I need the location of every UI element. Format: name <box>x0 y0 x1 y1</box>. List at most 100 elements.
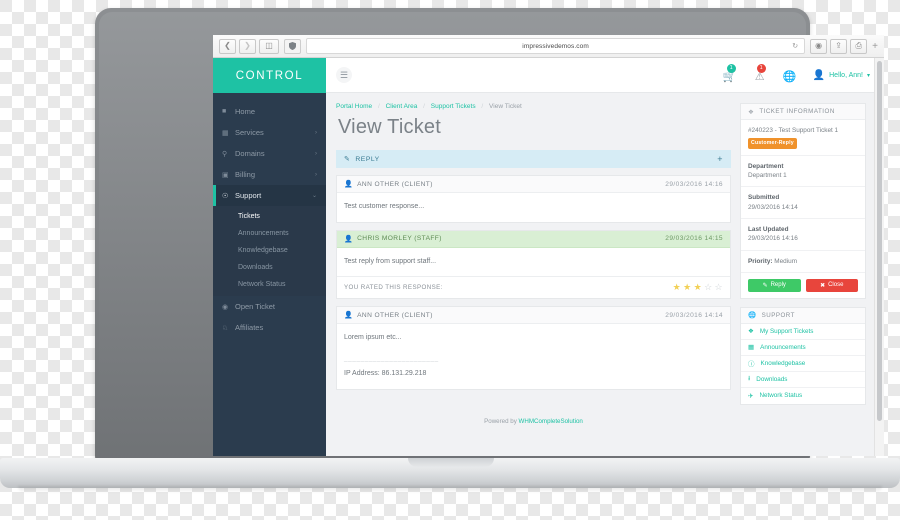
star-icon[interactable]: ★ <box>683 283 691 292</box>
download-icon: ⭳ <box>748 374 751 382</box>
sidebar-subitem-downloads[interactable]: Downloads <box>213 259 326 276</box>
panel-header: 🌐 SUPPORT <box>741 307 865 324</box>
message-timestamp: 29/03/2016 14:16 <box>665 180 723 188</box>
star-icon[interactable]: ★ <box>694 283 702 292</box>
language-button[interactable]: 🌐 <box>783 67 797 83</box>
alerts-button[interactable]: 1 ⚠ <box>753 64 767 83</box>
globe-icon: 🌐 <box>782 71 797 83</box>
expand-reply-icon[interactable]: + <box>717 154 723 164</box>
breadcrumb-support-tickets[interactable]: Support Tickets <box>431 103 476 110</box>
chevron-down-icon: ⌄ <box>311 193 317 199</box>
rating-row: YOU RATED THIS RESPONSE: ★ ★ ★ ☆ ☆ <box>337 276 730 298</box>
breadcrumb-portal-home[interactable]: Portal Home <box>336 103 372 110</box>
url-bar[interactable]: impressivedemos.com ↻ <box>306 38 806 54</box>
support-link-announcements[interactable]: ▦ Announcements <box>741 340 865 356</box>
sidebar-item-support[interactable]: ☉ Support ⌄ <box>213 185 326 206</box>
star-icon[interactable]: ☆ <box>704 283 712 292</box>
sidebar-item-home[interactable]: ■ Home <box>213 101 326 122</box>
sidebar-subitem-announcements[interactable]: Announcements <box>213 225 326 242</box>
user-menu-label: Hello, Ann! <box>829 71 863 79</box>
message-author-wrap: 👤 ANN OTHER (CLIENT) <box>344 180 433 189</box>
laptop-lid: ❮ ❯ ◫ impressivedemos.com ↻ ◉ ⇪ ⎙ + CONT… <box>95 8 884 466</box>
support-link-knowledgebase[interactable]: ⓘ Knowledgebase <box>741 356 865 372</box>
browser-action-buttons: ◉ ⇪ ⎙ + <box>810 38 878 54</box>
chevron-right-icon: › <box>315 171 317 178</box>
pencil-icon: ✎ <box>762 282 768 289</box>
last-updated-value: 29/03/2016 14:16 <box>748 235 798 243</box>
support-link-my-support-tickets[interactable]: ❖ My Support Tickets <box>741 324 865 340</box>
support-link-downloads[interactable]: ⭳ Downloads <box>741 372 865 388</box>
priority-value: Medium <box>774 257 798 265</box>
main-column: Portal Home / Client Area / Support Tick… <box>336 103 731 439</box>
star-icon[interactable]: ★ <box>673 283 681 292</box>
user-icon: 👤 <box>812 69 826 81</box>
sidebar-item-services[interactable]: ▦ Services › <box>213 122 326 143</box>
sidebar-item-domains[interactable]: ⚲ Domains › <box>213 143 326 164</box>
support-link-label: My Support Tickets <box>759 327 814 335</box>
share-icon[interactable]: ⇪ <box>830 38 848 54</box>
message-timestamp: 29/03/2016 14:15 <box>665 235 723 243</box>
breadcrumb-separator: / <box>377 103 380 110</box>
sidebar-subitem-tickets[interactable]: Tickets <box>213 208 326 225</box>
sidebar-subitem-network-status[interactable]: Network Status <box>213 276 326 293</box>
affiliates-icon: ♘ <box>222 324 229 332</box>
submitted-label: Submitted <box>748 194 780 202</box>
top-bar: ☰ 1 🛒 1 ⚠ 🌐 👤 Hello, Ann! ▾ <box>326 58 884 93</box>
sidebar-item-open-ticket[interactable]: ◉ Open Ticket <box>213 296 326 317</box>
shield-icon[interactable] <box>284 38 301 54</box>
sidebar-toggle-icon[interactable]: ◫ <box>259 38 279 54</box>
user-icon: 👤 <box>344 235 354 243</box>
star-rating[interactable]: ★ ★ ★ ☆ ☆ <box>673 283 723 292</box>
top-bar-actions: 1 🛒 1 ⚠ 🌐 👤 Hello, Ann! ▾ <box>723 64 870 83</box>
support-link-network-status[interactable]: ✈ Network Status <box>741 388 865 404</box>
vertical-scrollbar[interactable] <box>874 58 884 456</box>
signal-icon: ✈ <box>748 392 754 400</box>
browser-chrome: ❮ ❯ ◫ impressivedemos.com ↻ ◉ ⇪ ⎙ + <box>213 35 884 58</box>
reply-button[interactable]: ✎ Reply <box>748 278 801 292</box>
ticket-information-panel: ❖ TICKET INFORMATION #240223 - Test Supp… <box>740 103 866 299</box>
user-icon: 👤 <box>344 312 354 320</box>
panel-title: TICKET INFORMATION <box>759 108 835 115</box>
sidebar-item-label: Services <box>235 128 264 137</box>
star-icon[interactable]: ☆ <box>715 283 723 292</box>
footer-prefix: Powered by <box>484 418 519 426</box>
support-icon: ☉ <box>222 192 229 200</box>
reply-bar[interactable]: ✎ REPLY + <box>336 150 731 168</box>
sidebar-item-billing[interactable]: ▣ Billing › <box>213 164 326 185</box>
message-text: Lorem ipsum etc... <box>344 334 402 342</box>
warning-triangle-icon: ⚠ <box>754 71 765 83</box>
breadcrumb-client-area[interactable]: Client Area <box>386 103 418 110</box>
breadcrumb-separator: / <box>481 103 484 110</box>
chevron-right-icon: › <box>315 129 317 136</box>
sidebar-subitem-knowledgebase[interactable]: Knowledgebase <box>213 242 326 259</box>
sidebar-item-label: Domains <box>235 149 265 158</box>
laptop-shadow <box>18 486 882 493</box>
close-button[interactable]: ✖ Close <box>805 278 858 292</box>
department-label: Department <box>748 162 784 170</box>
download-icon[interactable]: ◉ <box>810 38 828 54</box>
user-menu[interactable]: 👤 Hello, Ann! ▾ <box>813 70 870 81</box>
submitted-value: 29/03/2016 14:14 <box>748 203 798 211</box>
sidebar-item-affiliates[interactable]: ♘ Affiliates <box>213 317 326 338</box>
new-tab-button[interactable]: + <box>872 41 878 52</box>
back-button[interactable]: ❮ <box>219 38 236 54</box>
cart-button[interactable]: 1 🛒 <box>723 64 737 83</box>
brand-logo[interactable]: CONTROL <box>213 58 326 93</box>
ticket-submitted-row: Submitted 29/03/2016 14:14 <box>741 187 865 219</box>
pencil-icon: ✎ <box>344 156 351 163</box>
sidebar-item-label: Billing <box>235 170 256 179</box>
message-author-wrap: 👤 ANN OTHER (CLIENT) <box>344 311 433 320</box>
app-viewport: CONTROL ■ Home ▦ Services › ⚲ Domains › … <box>213 58 884 456</box>
chevron-down-icon: ▾ <box>866 72 870 79</box>
footer-brand[interactable]: WHMCompleteSolution <box>519 418 583 425</box>
scrollbar-thumb[interactable] <box>877 61 882 421</box>
forward-button[interactable]: ❯ <box>239 38 256 54</box>
message-author-wrap: 👤 CHRIS MORLEY (STAFF) <box>344 235 442 243</box>
info-icon: ⓘ <box>748 361 755 369</box>
message-author: ANN OTHER (CLIENT) <box>357 311 433 319</box>
tabs-icon[interactable]: ⎙ <box>850 38 868 54</box>
hamburger-icon[interactable]: ☰ <box>336 67 352 83</box>
message-body: Test customer response... <box>344 203 425 210</box>
announcement-icon: ▦ <box>748 344 755 352</box>
reload-icon[interactable]: ↻ <box>792 42 798 50</box>
